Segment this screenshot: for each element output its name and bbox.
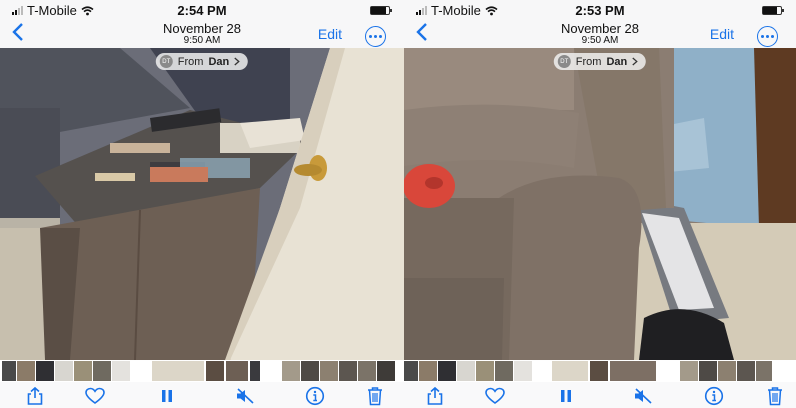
filmstrip-thumb[interactable]	[250, 361, 260, 381]
trash-icon	[368, 387, 382, 406]
info-icon	[704, 386, 724, 406]
favorite-button[interactable]	[84, 386, 106, 406]
share-button[interactable]	[24, 386, 46, 406]
filmstrip-thumb[interactable]	[74, 361, 92, 381]
photo-date-title: November 28 9:50 AM	[404, 22, 796, 46]
mute-icon	[237, 388, 254, 404]
bottom-toolbar	[404, 382, 796, 408]
photo-date: November 28	[162, 21, 242, 36]
heart-icon	[85, 387, 105, 404]
mute-button[interactable]	[632, 386, 654, 406]
heart-icon	[485, 387, 505, 404]
filmstrip-thumb[interactable]	[112, 361, 130, 381]
shared-from-name: Dan	[606, 55, 628, 68]
filmstrip-thumb[interactable]	[2, 361, 16, 381]
delete-button[interactable]	[364, 386, 386, 406]
filmstrip-thumb[interactable]	[718, 361, 736, 381]
mute-icon	[635, 388, 652, 404]
photo-image[interactable]: DT From Dan	[0, 48, 404, 360]
edit-button[interactable]: Edit	[710, 26, 734, 42]
mute-button[interactable]	[234, 386, 256, 406]
ellipsis-circle-icon	[761, 35, 764, 38]
photo-date: November 28	[560, 21, 640, 36]
shared-from-badge[interactable]: DT From Dan	[155, 53, 249, 70]
status-bar: T-Mobile 2:53 PM	[404, 0, 796, 22]
filmstrip-thumb[interactable]	[377, 361, 395, 381]
nav-bar: November 28 9:50 AM Edit	[404, 22, 796, 48]
filmstrip-thumb[interactable]	[756, 361, 772, 381]
battery-icon	[370, 6, 392, 15]
pause-icon	[162, 390, 172, 402]
filmstrip[interactable]	[0, 360, 404, 382]
pause-button[interactable]	[156, 386, 178, 406]
photo-viewer-left: T-Mobile 2:54 PM November 28 9:50 AM Edi…	[0, 0, 404, 408]
filmstrip-thumb[interactable]	[699, 361, 717, 381]
trash-icon	[768, 387, 782, 406]
filmstrip-thumb[interactable]	[339, 361, 357, 381]
share-icon	[27, 386, 43, 405]
filmstrip-thumb[interactable]	[552, 361, 588, 381]
battery-icon	[762, 6, 784, 15]
filmstrip-thumb[interactable]	[301, 361, 319, 381]
photo-time: 9:50 AM	[581, 34, 619, 46]
filmstrip-thumb[interactable]	[419, 361, 437, 381]
ellipsis-circle-icon	[369, 35, 372, 38]
pause-icon	[561, 390, 571, 402]
filmstrip-thumb[interactable]	[226, 361, 248, 381]
filmstrip-thumb[interactable]	[680, 361, 698, 381]
edit-button[interactable]: Edit	[318, 26, 342, 42]
pause-button[interactable]	[555, 386, 577, 406]
shared-from-badge[interactable]: DT From Dan	[553, 53, 647, 70]
photo-dresser-door	[0, 48, 404, 360]
share-icon	[427, 386, 443, 405]
info-button[interactable]	[304, 386, 326, 406]
photo-recliner-chair	[404, 48, 796, 360]
status-time: 2:53 PM	[575, 3, 625, 18]
filmstrip-thumb[interactable]	[282, 361, 300, 381]
shared-from-prefix: From	[575, 55, 602, 68]
filmstrip-thumb[interactable]	[206, 361, 224, 381]
photo-image[interactable]: DT From Dan	[404, 48, 796, 360]
filmstrip-thumb[interactable]	[36, 361, 54, 381]
avatar: DT	[159, 55, 173, 68]
share-button[interactable]	[424, 386, 446, 406]
filmstrip[interactable]	[404, 360, 796, 382]
bottom-toolbar	[0, 382, 404, 408]
photo-viewer-right: T-Mobile 2:53 PM November 28 9:50 AM Edi…	[404, 0, 796, 408]
chevron-right-icon	[632, 57, 639, 66]
shared-from-prefix: From	[177, 55, 204, 68]
info-button[interactable]	[703, 386, 725, 406]
more-button[interactable]	[365, 26, 386, 47]
photo-date-title: November 28 9:50 AM	[0, 22, 404, 46]
shared-from-name: Dan	[208, 55, 230, 68]
filmstrip-thumb[interactable]	[457, 361, 475, 381]
info-icon	[305, 386, 325, 406]
chevron-right-icon	[234, 57, 241, 66]
nav-bar: November 28 9:50 AM Edit	[0, 22, 404, 48]
delete-button[interactable]	[764, 386, 786, 406]
filmstrip-thumb[interactable]	[610, 361, 656, 381]
photo-time: 9:50 AM	[183, 34, 221, 46]
filmstrip-thumb[interactable]	[514, 361, 532, 381]
filmstrip-thumb[interactable]	[737, 361, 755, 381]
filmstrip-thumb[interactable]	[55, 361, 73, 381]
avatar: DT	[557, 55, 571, 68]
filmstrip-thumb[interactable]	[93, 361, 111, 381]
filmstrip-thumb[interactable]	[17, 361, 35, 381]
favorite-button[interactable]	[484, 386, 506, 406]
status-time: 2:54 PM	[177, 3, 227, 18]
filmstrip-thumb[interactable]	[495, 361, 513, 381]
filmstrip-thumb[interactable]	[404, 361, 418, 381]
filmstrip-thumb[interactable]	[320, 361, 338, 381]
more-button[interactable]	[757, 26, 778, 47]
filmstrip-thumb[interactable]	[358, 361, 376, 381]
filmstrip-thumb[interactable]	[152, 361, 204, 381]
filmstrip-thumb[interactable]	[476, 361, 494, 381]
status-bar: T-Mobile 2:54 PM	[0, 0, 404, 22]
filmstrip-thumb[interactable]	[590, 361, 608, 381]
filmstrip-thumb[interactable]	[438, 361, 456, 381]
